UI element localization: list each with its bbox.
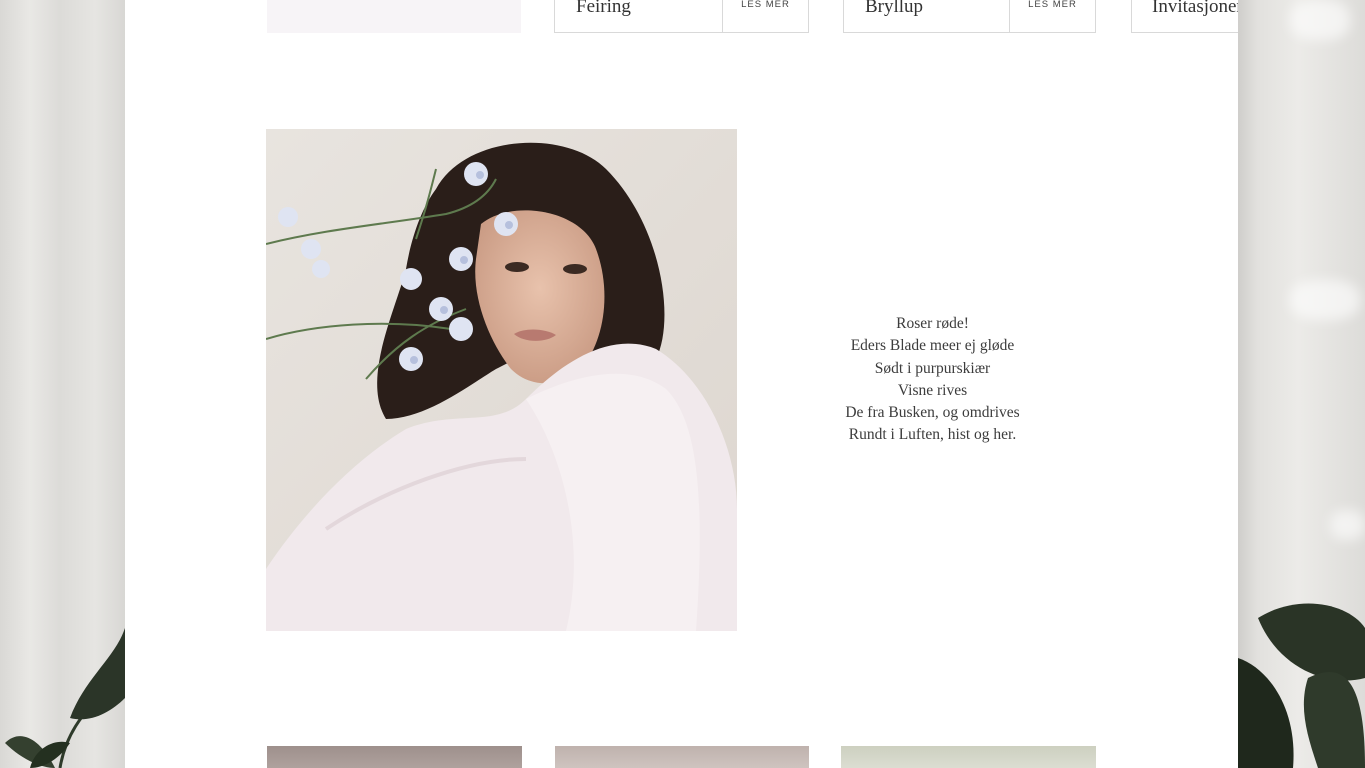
plant-leaves-left [5, 628, 125, 768]
gallery-thumbnail[interactable] [267, 746, 522, 768]
read-more-button[interactable]: LES MER [1009, 0, 1095, 32]
category-thumbnail [267, 0, 521, 33]
poem: Roser røde! Eders Blade meer ej gløde Sø… [825, 313, 1040, 447]
category-title: Invitasjoner [1152, 0, 1238, 17]
poem-line: Sødt i purpurskiær [874, 359, 991, 377]
category-title: Bryllup [865, 0, 924, 17]
category-card-bryllup: Bryllup LES MER [843, 0, 1096, 33]
website-page: Feiring LES MER Bryllup LES MER Invitasj… [125, 0, 1238, 768]
light-patch [1290, 0, 1350, 40]
light-patch [1330, 510, 1365, 540]
poem-line: De fra Busken, og omdrives [845, 404, 1020, 422]
plant-leaves-right [1238, 603, 1365, 768]
category-card-feiring: Feiring LES MER [554, 0, 809, 33]
category-card-invitasjoner: Invitasjoner [1131, 0, 1238, 33]
category-title: Feiring [576, 0, 631, 17]
portrait-photo [266, 129, 737, 631]
poem-line: Rundt i Luften, hist og her. [848, 426, 1017, 444]
light-patch [1290, 280, 1360, 320]
poem-line: Eders Blade meer ej gløde [850, 337, 1015, 355]
gallery-thumbnail[interactable] [841, 746, 1096, 768]
gallery-thumbnail[interactable] [555, 746, 809, 768]
poem-line: Visne rives [897, 381, 968, 399]
poem-line: Roser røde! [896, 315, 969, 332]
read-more-button[interactable]: LES MER [722, 0, 808, 32]
